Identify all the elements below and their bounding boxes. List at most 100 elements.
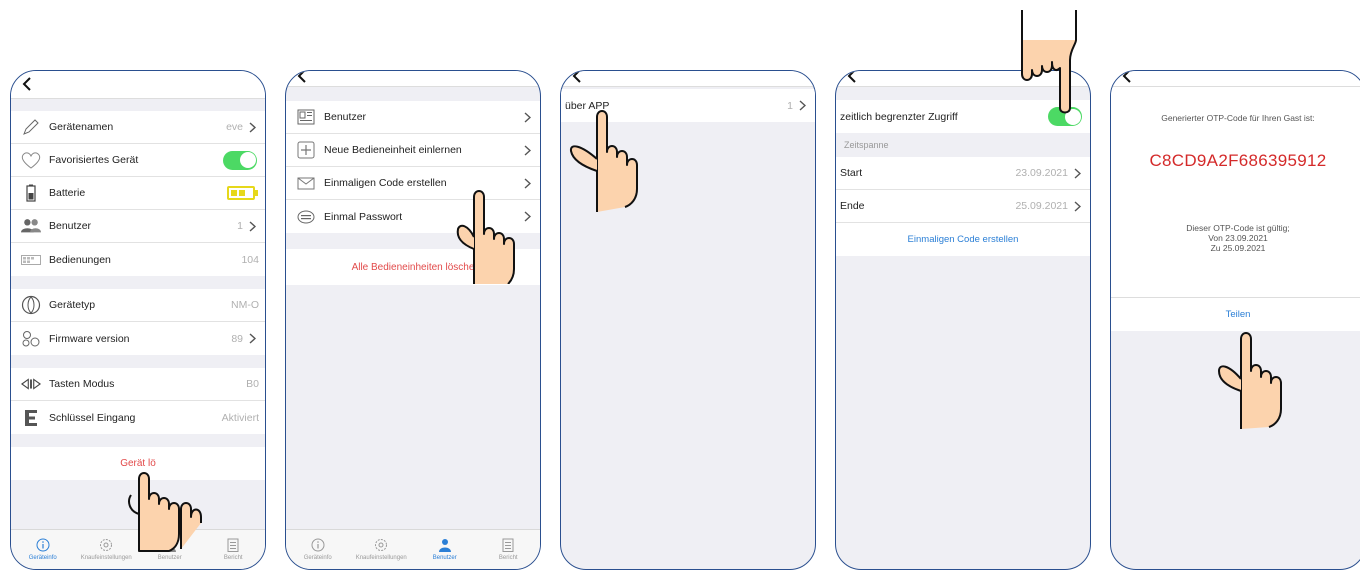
tab-knob-settings[interactable]: Knaufeinstellungen <box>350 530 414 569</box>
back-chevron-icon[interactable] <box>296 71 308 83</box>
chevron-right-icon <box>524 144 534 156</box>
tab-label: Knaufeinstellungen <box>80 555 132 561</box>
row-one-time-password[interactable]: Einmal Passwort <box>286 200 540 233</box>
delete-device-button[interactable]: Gerät lö <box>11 447 265 480</box>
delete-device-label: Gerät lö <box>120 458 156 469</box>
phone-screen-otp-code: Generierter OTP-Code für Ihren Gast ist:… <box>1110 70 1360 570</box>
otp-validity-to: Zu 25.09.2021 <box>1210 243 1266 253</box>
delete-all-group: Alle Bedieneinheiten lösche <box>286 249 540 285</box>
device-type-icon <box>21 295 41 315</box>
chevron-right-icon <box>524 111 534 123</box>
back-chevron-icon[interactable] <box>21 77 33 91</box>
report-icon <box>227 538 239 552</box>
tab-users[interactable]: Benutzer <box>413 530 477 569</box>
row-time-limited-access: zeitlich begrenzter Zugriff <box>836 100 1090 133</box>
row-users[interactable]: Benutzer <box>286 101 540 134</box>
row-value: 25.09.2021 <box>1015 200 1068 212</box>
users-menu-group: Benutzer Neue Bedieneinheit einlernen Ei… <box>286 101 540 233</box>
chevron-right-icon <box>249 220 259 232</box>
gears-icon <box>21 329 41 349</box>
tab-knob-settings[interactable]: Knaufeinstellungen <box>75 530 139 569</box>
battery-icon <box>21 183 41 203</box>
otp-code: C8CD9A2F686395912 <box>1149 151 1327 170</box>
share-button[interactable]: Teilen <box>1111 297 1360 331</box>
row-device-type: Gerätetyp NM-O <box>11 289 265 322</box>
settings-group-general: Gerätenamen eve Favorisiertes Gerät Batt… <box>11 111 265 276</box>
tab-label: Benutzer <box>432 555 457 561</box>
tab-users[interactable]: Benutzer <box>138 530 202 569</box>
tab-device-info[interactable]: Geräteinfo <box>11 530 75 569</box>
row-device-name[interactable]: Gerätenamen eve <box>11 111 265 144</box>
keyboard-icon <box>296 207 316 227</box>
share-label: Teilen <box>1225 309 1251 320</box>
tab-report[interactable]: Bericht <box>202 530 266 569</box>
row-value: Aktiviert <box>221 411 259 424</box>
row-battery: Batterie <box>11 177 265 210</box>
navigation-bar <box>286 71 540 87</box>
delete-all-units-label: Alle Bedieneinheiten lösche <box>351 261 475 273</box>
gear-icon <box>100 539 113 551</box>
time-limited-toggle[interactable] <box>1048 107 1082 126</box>
tab-label: Benutzer <box>157 555 182 561</box>
tab-report[interactable]: Bericht <box>477 530 541 569</box>
row-label: Gerätetyp <box>49 299 96 311</box>
tab-device-info[interactable]: Geräteinfo <box>286 530 350 569</box>
chevron-right-icon <box>524 211 534 222</box>
back-chevron-icon[interactable] <box>1121 71 1133 83</box>
favorite-toggle[interactable] <box>223 150 257 170</box>
tab-label: Knaufeinstellungen <box>355 555 407 561</box>
tab-bar: Geräteinfo Knaufeinstellungen Benutzer B… <box>286 529 540 569</box>
tab-label: Geräteinfo <box>28 555 57 561</box>
create-code-label: Einmaligen Code erstellen <box>907 234 1019 245</box>
row-firmware-version[interactable]: Firmware version 89 <box>11 322 265 355</box>
chevron-right-icon <box>799 100 809 111</box>
row-operations: Bedienungen 104 <box>11 243 265 276</box>
row-label: Einmal Passwort <box>324 210 403 223</box>
users-icon <box>21 216 41 236</box>
row-button-mode: Tasten Modus B0 <box>11 368 265 401</box>
row-label: über APP <box>565 99 610 112</box>
pencil-icon <box>21 117 41 137</box>
otp-title: Generierter OTP-Code für Ihren Gast ist: <box>1161 113 1315 123</box>
back-chevron-icon[interactable] <box>571 71 583 83</box>
row-create-one-time-code[interactable]: Einmaligen Code erstellen <box>286 167 540 200</box>
chevron-right-icon <box>249 333 259 344</box>
otp-validity-line: Dieser OTP-Code ist gültig; <box>1186 223 1290 233</box>
create-one-time-code-button[interactable]: Einmaligen Code erstellen <box>836 223 1090 256</box>
info-icon <box>311 538 325 552</box>
back-chevron-icon[interactable] <box>846 71 858 83</box>
letter-e-icon <box>21 408 41 428</box>
row-value: B0 <box>246 378 259 390</box>
envelope-icon <box>296 173 316 193</box>
navigation-bar <box>561 71 815 87</box>
gear-icon <box>375 539 388 551</box>
via-app-group: über APP 1 <box>561 89 815 122</box>
row-value: NM-O <box>231 299 259 311</box>
row-via-app[interactable]: über APP 1 <box>561 89 815 122</box>
delete-all-units-button[interactable]: Alle Bedieneinheiten lösche <box>286 249 540 285</box>
info-icon <box>36 538 50 552</box>
row-label: Ende <box>840 200 865 212</box>
row-users[interactable]: Benutzer 1 <box>11 210 265 243</box>
keypad-icon <box>21 250 41 270</box>
time-range-group: Start 23.09.2021 Ende 25.09.2021 Einmali… <box>836 157 1090 256</box>
phone-screen-time-limited-access: zeitlich begrenzter Zugriff Zeitspanne S… <box>835 70 1091 570</box>
row-value: 1 <box>787 99 793 112</box>
share-group: Teilen <box>1111 297 1360 331</box>
chevron-right-icon <box>1074 167 1084 179</box>
row-learn-new-unit[interactable]: Neue Bedieneinheit einlernen <box>286 134 540 167</box>
row-value: 104 <box>241 253 259 266</box>
time-range-section: Zeitspanne Start 23.09.2021 Ende 25.09.2… <box>836 133 1090 256</box>
row-label: Favorisiertes Gerät <box>49 154 139 166</box>
otp-validity: Dieser OTP-Code ist gültig; Von 23.09.20… <box>1111 223 1360 253</box>
phone-screen-device-info: Gerätenamen eve Favorisiertes Gerät Batt… <box>10 70 266 570</box>
arrows-icon <box>21 374 41 394</box>
row-end-date[interactable]: Ende 25.09.2021 <box>836 190 1090 223</box>
row-label: Schlüssel Eingang <box>49 411 136 424</box>
row-label: Bedienungen <box>49 253 111 266</box>
report-icon <box>502 538 514 552</box>
chevron-right-icon <box>1074 200 1084 212</box>
otp-panel: Generierter OTP-Code für Ihren Gast ist:… <box>1111 87 1360 297</box>
row-start-date[interactable]: Start 23.09.2021 <box>836 157 1090 190</box>
row-label: Firmware version <box>49 332 130 345</box>
